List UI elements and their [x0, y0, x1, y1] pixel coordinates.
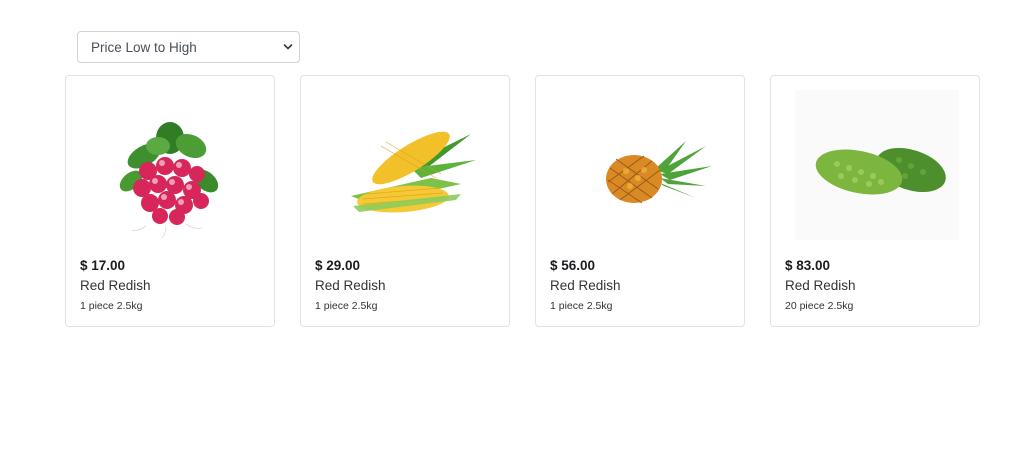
product-price: $ 17.00 [80, 258, 126, 273]
product-name[interactable]: Red Redish [550, 278, 621, 293]
product-card[interactable]: $ 83.00 Red Redish 20 piece 2.5kg [770, 75, 980, 327]
product-price: $ 83.00 [785, 258, 831, 273]
product-image-bitter-gourd[interactable] [781, 86, 969, 251]
product-card[interactable]: $ 17.00 Red Redish 1 piece 2.5kg [65, 75, 275, 327]
product-quantity: 1 piece 2.5kg [80, 300, 143, 312]
product-price: $ 56.00 [550, 258, 596, 273]
product-card[interactable]: $ 29.00 Red Redish 1 piece 2.5kg [300, 75, 510, 327]
chevron-down-icon [283, 44, 293, 50]
product-quantity: 20 piece 2.5kg [785, 300, 854, 312]
product-image-radish[interactable] [76, 86, 264, 251]
product-price: $ 29.00 [315, 258, 361, 273]
product-quantity: 1 piece 2.5kg [550, 300, 613, 312]
product-image-corn[interactable] [311, 86, 499, 251]
product-image-pineapple[interactable] [546, 86, 734, 251]
product-name[interactable]: Red Redish [80, 278, 151, 293]
sort-select[interactable]: Price Low to High [77, 31, 300, 63]
product-name[interactable]: Red Redish [785, 278, 856, 293]
product-quantity: 1 piece 2.5kg [315, 300, 378, 312]
product-name[interactable]: Red Redish [315, 278, 386, 293]
product-card[interactable]: $ 56.00 Red Redish 1 piece 2.5kg [535, 75, 745, 327]
sort-select-value: Price Low to High [91, 39, 197, 55]
